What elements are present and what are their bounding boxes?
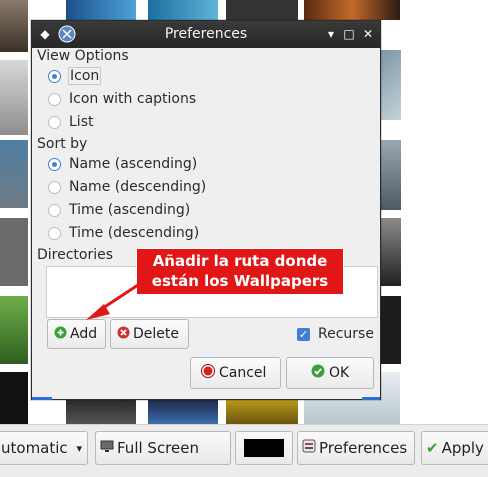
radio-label: Icon [67, 67, 102, 85]
radio-label: Icon with captions [69, 91, 197, 107]
wallpaper-thumbnail[interactable] [381, 218, 401, 286]
radio-button[interactable] [48, 92, 61, 106]
directories-label: Directories [37, 247, 114, 263]
cancel-button[interactable]: Cancel [190, 357, 281, 389]
radio-label: Name (descending) [69, 179, 207, 195]
radio-button[interactable] [48, 180, 61, 194]
dialog-bottom-accent [32, 397, 52, 400]
add-icon [54, 326, 67, 343]
delete-label: Delete [133, 326, 179, 342]
wallpaper-thumbnail[interactable] [226, 0, 298, 20]
radio-label: Time (ascending) [69, 202, 191, 218]
wallpaper-thumbnail[interactable] [0, 140, 28, 208]
radio-icon-with-captions[interactable]: Icon with captions [48, 89, 196, 109]
wallpaper-thumbnail[interactable] [0, 60, 28, 135]
mode-label: utomatic [1, 439, 68, 457]
minimize-icon[interactable]: ▾ [322, 25, 340, 43]
mode-select[interactable]: utomatic ▾ [0, 431, 88, 465]
color-swatch [244, 439, 284, 457]
wallpaper-thumbnail[interactable] [66, 400, 136, 424]
wallpaper-thumbnail[interactable] [0, 372, 28, 424]
wallpaper-thumbnail[interactable] [148, 400, 218, 424]
radio-name-descending[interactable]: Name (descending) [48, 177, 206, 197]
cancel-label: Cancel [219, 365, 267, 381]
wallpaper-thumbnail[interactable] [381, 296, 401, 364]
wallpaper-thumbnail[interactable] [0, 0, 28, 52]
add-label: Add [70, 326, 98, 342]
view-options-label: View Options [37, 48, 129, 64]
radio-button[interactable] [48, 226, 61, 240]
chevron-down-icon: ▾ [76, 441, 82, 455]
color-button[interactable] [235, 431, 293, 465]
radio-time-ascending[interactable]: Time (ascending) [48, 200, 190, 220]
annotation-callout: Añadir la ruta donde están los Wallpaper… [136, 248, 344, 295]
apply-label: Apply [441, 439, 484, 457]
apply-button[interactable]: ✔ Apply [421, 431, 488, 465]
sort-by-label: Sort by [37, 136, 88, 152]
preferences-dialog: ◆ Preferences ▾ □ ✕ View Options Icon Ic… [31, 20, 381, 400]
preferences-button[interactable]: Preferences [297, 431, 415, 465]
radio-icon[interactable]: Icon [48, 66, 102, 86]
ok-icon [311, 364, 325, 382]
wallpaper-thumbnail[interactable] [66, 0, 136, 20]
add-button[interactable]: Add [47, 319, 106, 349]
preferences-label: Preferences [319, 439, 408, 457]
close-icon[interactable]: ✕ [359, 25, 377, 43]
bottom-toolbar: utomatic ▾ Full Screen Preferences ✔ App… [0, 424, 488, 477]
dialog-bottom-accent [362, 397, 380, 400]
radio-name-ascending[interactable]: Name (ascending) [48, 154, 197, 174]
wallpaper-thumbnail[interactable] [381, 50, 401, 120]
delete-button[interactable]: Delete [110, 319, 189, 349]
check-icon: ✔ [426, 439, 439, 457]
maximize-icon[interactable]: □ [340, 25, 358, 43]
radio-button[interactable] [48, 157, 61, 171]
radio-button[interactable] [48, 115, 61, 129]
fullscreen-label: Full Screen [117, 439, 199, 457]
monitor-icon [100, 439, 114, 457]
ok-label: OK [329, 365, 350, 381]
radio-button[interactable] [48, 203, 61, 217]
radio-list[interactable]: List [48, 112, 93, 132]
delete-icon [117, 326, 130, 343]
wallpaper-thumbnail[interactable] [304, 0, 400, 20]
annotation-line-1: Añadir la ruta donde [152, 252, 328, 270]
wallpaper-thumbnail[interactable] [148, 0, 218, 20]
dialog-titlebar[interactable]: ◆ Preferences ▾ □ ✕ [32, 21, 380, 48]
recurse-label: Recurse [318, 326, 374, 342]
fullscreen-button[interactable]: Full Screen [95, 431, 231, 465]
wallpaper-thumbnail[interactable] [0, 218, 28, 286]
radio-time-descending[interactable]: Time (descending) [48, 223, 199, 243]
wallpaper-thumbnail[interactable] [0, 296, 28, 364]
radio-label: List [69, 114, 94, 130]
ok-button[interactable]: OK [286, 357, 374, 389]
radio-label: Time (descending) [69, 225, 200, 241]
wallpaper-thumbnail[interactable] [381, 140, 401, 210]
annotation-line-2: están los Wallpapers [151, 272, 329, 290]
radio-label: Name (ascending) [69, 156, 198, 172]
radio-button[interactable] [48, 69, 61, 83]
recurse-checkbox[interactable]: ✓ [297, 328, 310, 341]
wallpaper-thumbnail[interactable] [226, 400, 298, 424]
cancel-icon [201, 364, 215, 382]
preferences-icon [302, 439, 316, 457]
